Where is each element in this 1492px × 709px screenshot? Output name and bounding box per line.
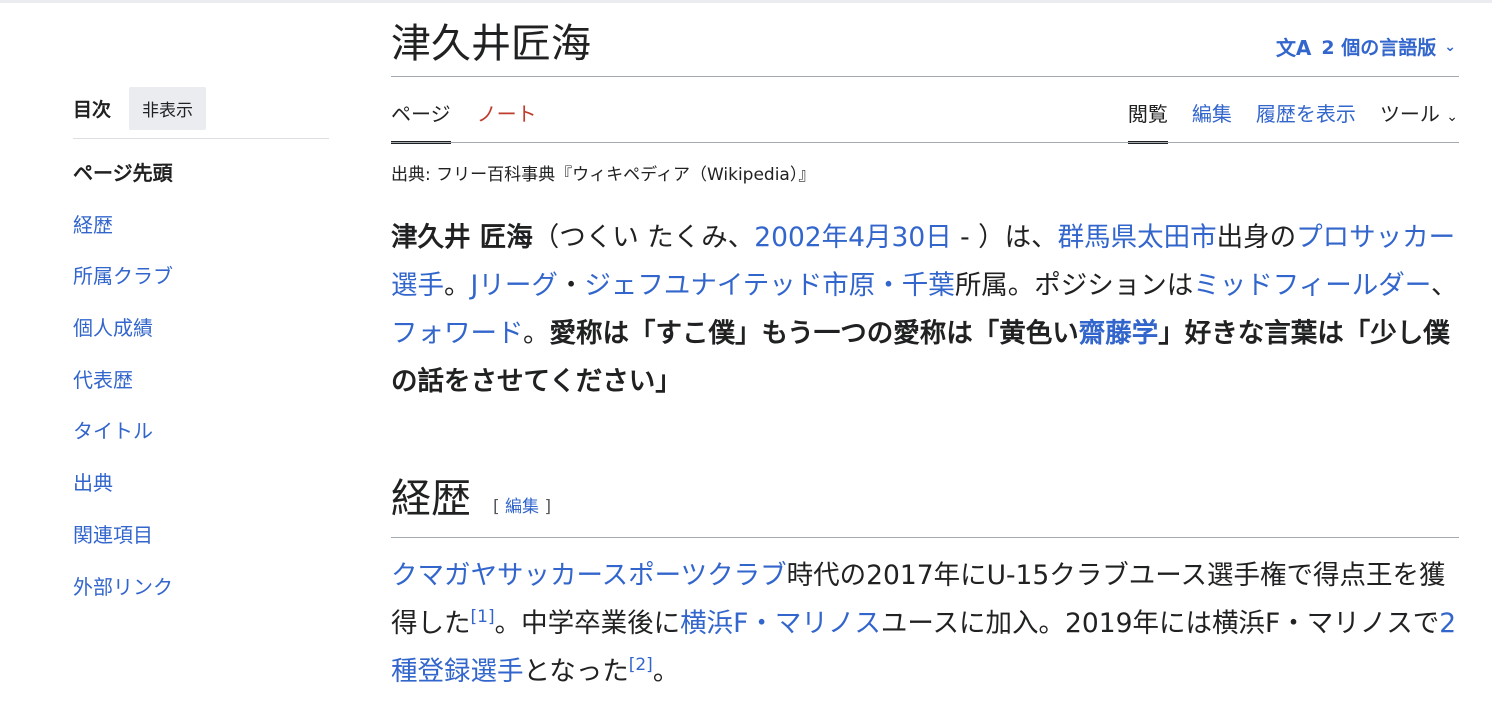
text: 。 xyxy=(652,656,680,687)
toc-hide-button[interactable]: 非表示 xyxy=(129,86,207,130)
text: - ）は、 xyxy=(951,222,1058,253)
saito-link[interactable]: 齋藤学 xyxy=(1079,318,1159,349)
birthdate-link[interactable]: 2002年4月30日 xyxy=(754,222,952,253)
text: となった xyxy=(523,656,629,687)
jleague-link[interactable]: Jリーグ xyxy=(471,270,558,301)
text: ユースに加入。2019年には横浜F・マリノスで xyxy=(880,608,1440,639)
toc-item-top[interactable]: ページ先頭 xyxy=(73,161,329,213)
reference-1-link[interactable]: [1] xyxy=(471,607,495,627)
tabs-divider xyxy=(391,142,1459,143)
text: 。中学卒業後に xyxy=(494,608,681,639)
text: （つくい たくみ、 xyxy=(532,222,755,253)
table-of-contents: 目次 非表示 ページ先頭 経歴 所属クラブ 個人成績 代表歴 タイトル 出典 関… xyxy=(73,86,329,626)
career-paragraph: クマガヤサッカースポーツクラブ時代の2017年にU-15クラブユース選手権で得点… xyxy=(391,552,1459,696)
tab-read[interactable]: 閲覧 xyxy=(1127,98,1168,144)
nickname-text: 愛称は「すこ僕」もう一つの愛称は「黄色い xyxy=(549,318,1079,349)
tab-history[interactable]: 履歴を表示 xyxy=(1256,98,1356,144)
title-divider xyxy=(391,76,1459,77)
text: 出身の xyxy=(1216,222,1297,253)
toc-title: 目次 xyxy=(73,98,112,121)
text: 。 xyxy=(444,270,471,301)
club-link[interactable]: ジェフユナイテッド市原・千葉 xyxy=(584,270,954,301)
tab-tools[interactable]: ツール ⌄ xyxy=(1380,98,1458,144)
text: 、 xyxy=(1431,270,1458,301)
toc-item-references[interactable]: 出典 xyxy=(73,471,329,523)
toc-item-external[interactable]: 外部リンク xyxy=(73,575,329,627)
reference-2-link[interactable]: [2] xyxy=(629,655,653,675)
section-edit: [ 編集 ] xyxy=(493,492,551,517)
section-heading-career: 経歴 [ 編集 ] xyxy=(391,466,1459,524)
toc-item-stats[interactable]: 個人成績 xyxy=(73,316,329,368)
toc-header: 目次 非表示 xyxy=(73,86,329,139)
toc-item-career[interactable]: 経歴 xyxy=(73,213,329,265)
language-button[interactable]: 文A 2 個の言語版 ⌄ xyxy=(1276,32,1456,61)
toc-item-clubs[interactable]: 所属クラブ xyxy=(73,264,329,316)
toc-item-national[interactable]: 代表歴 xyxy=(73,368,329,420)
birthplace-link[interactable]: 群馬県太田市 xyxy=(1058,222,1217,253)
section-divider xyxy=(391,537,1459,538)
translate-icon: 文A xyxy=(1275,36,1312,60)
view-tabs: 閲覧 編集 履歴を表示 ツール ⌄ xyxy=(1127,98,1458,144)
kumagaya-club-link[interactable]: クマガヤサッカースポーツクラブ xyxy=(391,560,787,591)
text: 所属。ポジションは xyxy=(954,270,1194,301)
source-line: 出典: フリー百科事典『ウィキペディア（Wikipedia）』 xyxy=(391,165,816,185)
lead-paragraph: 津久井 匠海（つくい たくみ、2002年4月30日 - ）は、群馬県太田市出身の… xyxy=(391,214,1459,406)
text: 。 xyxy=(522,318,550,349)
chevron-down-icon: ⌄ xyxy=(1446,109,1458,125)
midfielder-link[interactable]: ミッドフィールダー xyxy=(1193,270,1431,301)
language-count-label: 2 個の言語版 xyxy=(1321,37,1437,59)
page-title: 津久井匠海 xyxy=(391,21,591,67)
subject-name: 津久井 匠海 xyxy=(391,222,533,253)
forward-link[interactable]: フォワード xyxy=(391,318,523,349)
tab-talk[interactable]: ノート xyxy=(477,98,537,144)
chevron-down-icon: ⌄ xyxy=(1444,38,1456,55)
tab-edit[interactable]: 編集 xyxy=(1192,98,1232,144)
toc-item-related[interactable]: 関連項目 xyxy=(73,523,329,575)
namespace-tabs: ページ ノート xyxy=(391,98,537,144)
tab-page[interactable]: ページ xyxy=(391,98,451,144)
section-edit-link[interactable]: 編集 xyxy=(505,497,539,517)
toc-list: ページ先頭 経歴 所属クラブ 個人成績 代表歴 タイトル 出典 関連項目 外部リ… xyxy=(73,161,329,626)
toc-item-titles[interactable]: タイトル xyxy=(73,419,329,471)
section-title: 経歴 xyxy=(391,476,471,522)
yokohama-link[interactable]: 横浜F・マリノス xyxy=(680,608,881,639)
top-border xyxy=(0,0,1492,3)
bracket: [ xyxy=(493,497,506,517)
text: ・ xyxy=(557,270,585,301)
bracket: ] xyxy=(539,497,552,517)
tools-label: ツール xyxy=(1379,102,1440,126)
